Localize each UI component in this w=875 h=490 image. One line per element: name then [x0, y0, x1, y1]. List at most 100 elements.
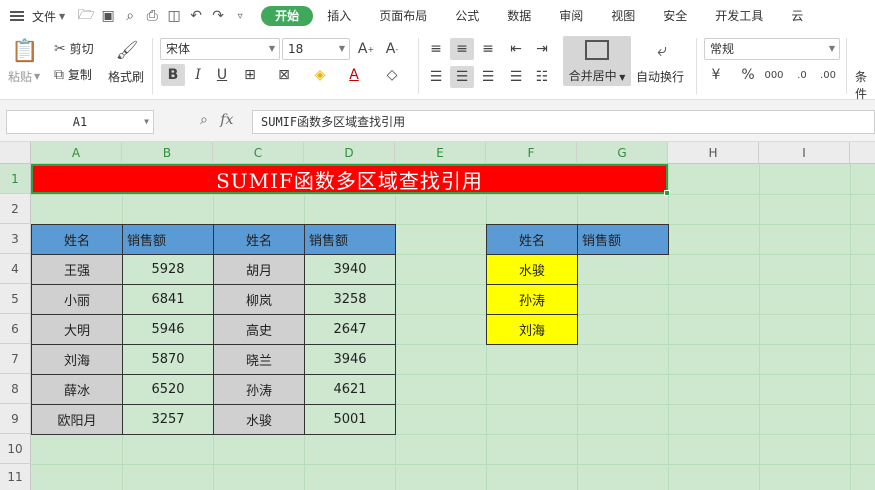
search-icon[interactable]: ⌕: [119, 8, 141, 24]
fx-icon[interactable]: fx: [220, 112, 233, 128]
sales-cell[interactable]: 5928: [122, 254, 214, 285]
open-folder-icon[interactable]: 🗁: [75, 4, 97, 28]
sales-cell[interactable]: 6520: [122, 374, 214, 405]
name-cell[interactable]: 胡月: [213, 254, 305, 285]
name-cell[interactable]: 薛冰: [31, 374, 123, 405]
align-center-icon[interactable]: ☰: [450, 66, 474, 88]
tab-formulas[interactable]: 公式: [441, 6, 493, 26]
header-cell[interactable]: 姓名: [31, 224, 123, 255]
tab-security[interactable]: 安全: [649, 6, 701, 26]
sales-cell[interactable]: 5870: [122, 344, 214, 375]
column-header[interactable]: C: [213, 142, 304, 164]
wrap-text-icon[interactable]: ⤶: [648, 38, 676, 62]
formula-input[interactable]: SUMIF函数多区域查找引用: [252, 110, 875, 134]
header-cell[interactable]: 销售额: [122, 224, 214, 255]
row-header[interactable]: 3: [0, 224, 31, 254]
row-header[interactable]: 10: [0, 434, 31, 464]
row-header[interactable]: 9: [0, 404, 31, 434]
column-header[interactable]: I: [759, 142, 850, 164]
zoom-icon[interactable]: ⌕: [200, 112, 208, 128]
tab-review[interactable]: 审阅: [545, 6, 597, 26]
fill-style-icon[interactable]: ⊠: [272, 64, 296, 86]
align-top-icon[interactable]: ≡: [424, 38, 448, 60]
row-header[interactable]: 6: [0, 314, 31, 344]
column-header[interactable]: D: [304, 142, 395, 164]
align-middle-icon[interactable]: ≡: [450, 38, 474, 60]
bold-button[interactable]: B: [161, 64, 185, 86]
number-format-select[interactable]: 常规 ▼: [704, 38, 840, 60]
font-name-select[interactable]: 宋体 ▼: [160, 38, 280, 60]
title-cell[interactable]: SUMIF函数多区域查找引用: [31, 164, 670, 196]
tab-cloud[interactable]: 云: [777, 6, 803, 26]
conditional-format-button[interactable]: 条件: [855, 68, 875, 102]
file-menu[interactable]: 文件: [32, 8, 56, 25]
italic-button[interactable]: I: [186, 64, 210, 86]
decrease-decimal-icon[interactable]: .00: [816, 64, 840, 86]
tab-page-layout[interactable]: 页面布局: [365, 6, 441, 26]
column-header[interactable]: A: [31, 142, 122, 164]
percent-icon[interactable]: %: [736, 64, 760, 86]
menu-icon[interactable]: [10, 11, 24, 21]
column-header[interactable]: E: [395, 142, 486, 164]
sales-cell[interactable]: 3940: [304, 254, 396, 285]
justify-icon[interactable]: ☰: [504, 66, 528, 88]
font-size-select[interactable]: 18 ▼: [282, 38, 350, 60]
row-header[interactable]: 1: [0, 164, 31, 194]
align-left-icon[interactable]: ☰: [424, 66, 448, 88]
brush-icon[interactable]: 🖌: [116, 38, 139, 62]
name-cell[interactable]: 大明: [31, 314, 123, 345]
currency-icon[interactable]: ¥: [704, 64, 728, 86]
header-cell[interactable]: 姓名: [486, 224, 578, 255]
name-cell[interactable]: 王强: [31, 254, 123, 285]
row-header[interactable]: 11: [0, 464, 31, 490]
fill-handle[interactable]: [664, 190, 670, 196]
format-painter-button[interactable]: 格式刷: [108, 68, 144, 85]
print-icon[interactable]: ⎙: [141, 8, 163, 24]
increase-decimal-icon[interactable]: .0: [790, 64, 814, 86]
name-cell[interactable]: 欧阳月: [31, 404, 123, 435]
row-header[interactable]: 2: [0, 194, 31, 224]
sales-cell[interactable]: 2647: [304, 314, 396, 345]
more-icon[interactable]: ▿: [229, 11, 251, 22]
column-header[interactable]: G: [577, 142, 668, 164]
clear-format-icon[interactable]: ◇: [380, 64, 404, 86]
select-all-corner[interactable]: [0, 142, 31, 164]
increase-font-icon[interactable]: A +: [354, 38, 378, 60]
sales-cell[interactable]: 3258: [304, 284, 396, 315]
name-cell[interactable]: 孙涛: [213, 374, 305, 405]
name-cell[interactable]: 水骏: [213, 404, 305, 435]
sales-cell[interactable]: 4621: [304, 374, 396, 405]
fill-color-icon[interactable]: ◈: [308, 64, 332, 86]
tab-view[interactable]: 视图: [597, 6, 649, 26]
redo-icon[interactable]: ↷: [207, 8, 229, 24]
sales-cell[interactable]: 3946: [304, 344, 396, 375]
decrease-font-icon[interactable]: A-: [380, 38, 404, 60]
name-box[interactable]: A1 ▼: [6, 110, 154, 134]
merge-center-button[interactable]: 合并居中 ▼: [563, 36, 631, 86]
lookup-name-cell[interactable]: 水骏: [486, 254, 578, 285]
column-header[interactable]: H: [668, 142, 759, 164]
borders-icon[interactable]: ⊞: [238, 64, 262, 86]
sales-cell[interactable]: 3257: [122, 404, 214, 435]
indent-increase-icon[interactable]: ⇥: [530, 38, 554, 60]
align-right-icon[interactable]: ☰: [476, 66, 500, 88]
paste-button[interactable]: 粘贴 ▼: [8, 68, 40, 85]
cut-button[interactable]: ✂ 剪切: [54, 40, 94, 57]
tab-insert[interactable]: 插入: [313, 6, 365, 26]
distributed-icon[interactable]: ☷: [530, 66, 554, 88]
column-header[interactable]: B: [122, 142, 213, 164]
print-preview-icon[interactable]: ◫: [163, 8, 185, 24]
tab-data[interactable]: 数据: [493, 6, 545, 26]
sales-cell[interactable]: 5946: [122, 314, 214, 345]
column-header[interactable]: F: [486, 142, 577, 164]
undo-icon[interactable]: ↶: [185, 8, 207, 24]
row-header[interactable]: 5: [0, 284, 31, 314]
header-cell[interactable]: 姓名: [213, 224, 305, 255]
name-cell[interactable]: 刘海: [31, 344, 123, 375]
wrap-text-button[interactable]: 自动换行: [636, 68, 684, 85]
row-header[interactable]: 8: [0, 374, 31, 404]
name-cell[interactable]: 柳岚: [213, 284, 305, 315]
name-cell[interactable]: 晓兰: [213, 344, 305, 375]
row-header[interactable]: 7: [0, 344, 31, 374]
column-header[interactable]: [850, 142, 875, 164]
